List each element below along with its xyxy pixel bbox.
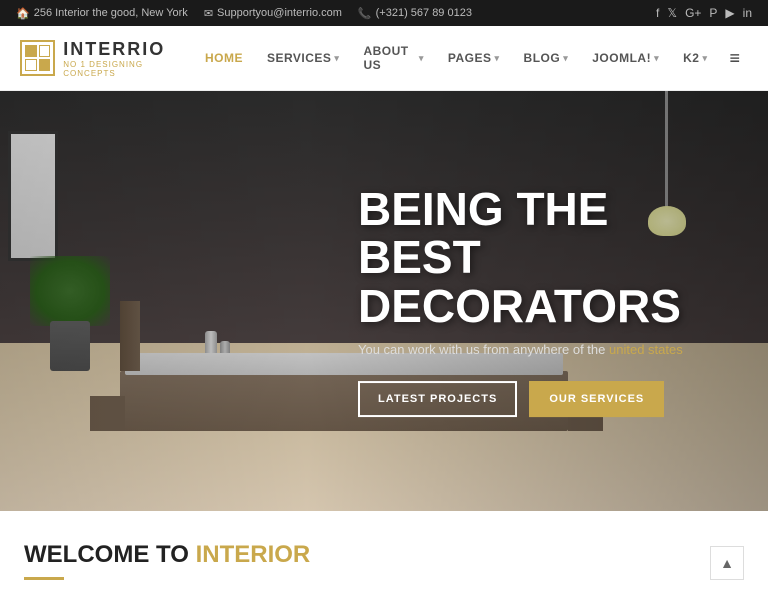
email-icon: ✉	[204, 7, 213, 20]
phone-icon: 📞	[358, 7, 372, 20]
welcome-accent: INTERIOR	[196, 541, 311, 568]
linkedin-icon[interactable]: in	[743, 6, 752, 20]
phone-text: (+321) 567 89 0123	[376, 7, 472, 19]
logo[interactable]: INTERRIO NO 1 DESIGNING CONCEPTS	[20, 39, 195, 78]
pinterest-icon[interactable]: P	[709, 6, 717, 20]
phone-item: 📞 (+321) 567 89 0123	[358, 7, 472, 20]
building-icon: 🏠	[16, 7, 30, 20]
nav-blog[interactable]: BLOG ▾	[514, 43, 579, 73]
hero-highlight: united states	[609, 342, 683, 357]
logo-brand: INTERRIO	[63, 39, 195, 60]
nav-home[interactable]: HOME	[195, 43, 253, 73]
main-nav: HOME SERVICES ▾ ABOUT US ▾ PAGES ▾ BLOG …	[195, 36, 748, 80]
hero-content: BEING THE BEST DECORATORS You can work w…	[358, 185, 738, 417]
hero-subtitle: You can work with us from anywhere of th…	[358, 342, 738, 357]
logo-sq1	[25, 45, 37, 57]
googleplus-icon[interactable]: G+	[685, 6, 701, 20]
address-text: 256 Interior the good, New York	[34, 7, 188, 19]
welcome-underline	[24, 577, 64, 580]
email-text: Supportyou@interrio.com	[217, 7, 342, 19]
address-item: 🏠 256 Interior the good, New York	[16, 7, 188, 20]
facebook-icon[interactable]: f	[656, 6, 659, 20]
welcome-title: WELCOME TO INTERIOR	[24, 541, 744, 569]
logo-tagline: NO 1 DESIGNING CONCEPTS	[63, 60, 195, 78]
logo-icon	[20, 40, 55, 76]
chevron-down-icon: ▾	[702, 53, 707, 64]
nav-k2[interactable]: K2 ▾	[673, 43, 717, 73]
youtube-icon[interactable]: ▶	[725, 6, 734, 20]
below-hero-section: WELCOME TO INTERIOR ▲	[0, 511, 768, 596]
chevron-down-icon: ▾	[334, 53, 339, 64]
nav-pages[interactable]: PAGES ▾	[438, 43, 510, 73]
nav-joomla[interactable]: JOOMLA! ▾	[582, 43, 669, 73]
logo-sq4	[39, 59, 51, 71]
logo-sq3	[25, 59, 37, 71]
top-bar-info: 🏠 256 Interior the good, New York ✉ Supp…	[16, 7, 472, 20]
header: INTERRIO NO 1 DESIGNING CONCEPTS HOME SE…	[0, 26, 768, 91]
chevron-down-icon: ▾	[563, 53, 568, 64]
twitter-icon[interactable]: 𝕏	[667, 6, 677, 20]
hamburger-menu[interactable]: ≡	[721, 44, 748, 73]
scroll-top-button[interactable]: ▲	[710, 546, 744, 580]
logo-sq2	[39, 45, 51, 57]
hero-buttons: LATEST PROJECTS OUR SERVICES	[358, 381, 738, 417]
nav-services[interactable]: SERVICES ▾	[257, 43, 350, 73]
nav-about[interactable]: ABOUT US ▾	[353, 36, 433, 80]
chevron-down-icon: ▾	[495, 53, 500, 64]
logo-text: INTERRIO NO 1 DESIGNING CONCEPTS	[63, 39, 195, 78]
chevron-down-icon: ▾	[419, 53, 424, 64]
latest-projects-button[interactable]: LATEST PROJECTS	[358, 381, 517, 417]
hero-section: BEING THE BEST DECORATORS You can work w…	[0, 91, 768, 511]
social-icons: f 𝕏 G+ P ▶ in	[656, 6, 752, 20]
chevron-down-icon: ▾	[654, 53, 659, 64]
email-item: ✉ Supportyou@interrio.com	[204, 7, 342, 20]
top-bar: 🏠 256 Interior the good, New York ✉ Supp…	[0, 0, 768, 26]
hero-title: BEING THE BEST DECORATORS	[358, 185, 738, 330]
our-services-button[interactable]: OUR SERVICES	[529, 381, 664, 417]
